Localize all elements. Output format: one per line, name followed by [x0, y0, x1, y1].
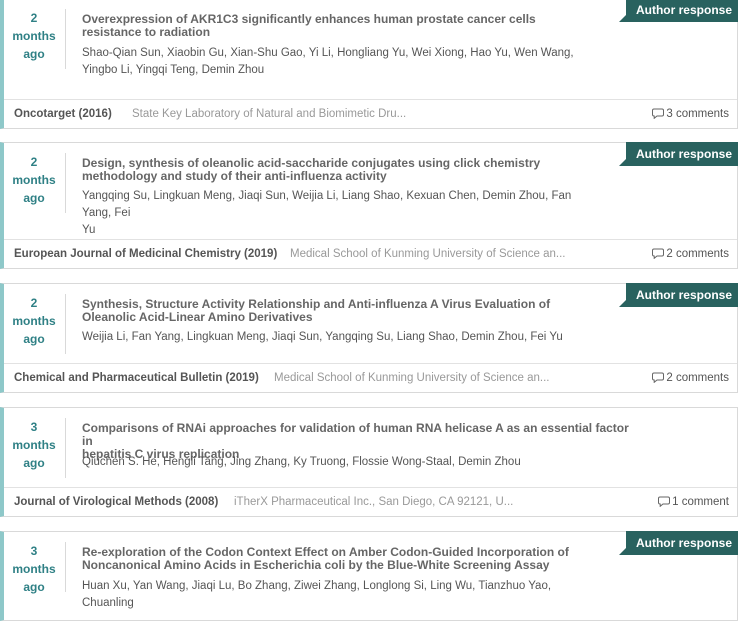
post-date: 2 months ago: [6, 153, 62, 207]
journal-name[interactable]: Journal of Virological Methods (2008): [14, 488, 218, 516]
comments-link[interactable]: 3 comments: [652, 100, 729, 128]
post-date-suffix: ago: [23, 47, 45, 61]
journal-name[interactable]: European Journal of Medicinal Chemistry …: [14, 240, 277, 268]
author-response-label[interactable]: Author response: [636, 3, 732, 17]
article-title-line[interactable]: resistance to radiation: [82, 26, 632, 39]
article-authors: Weijia Li, Fan Yang, Lingkuan Meng, Jiaq…: [82, 329, 602, 346]
post-date-suffix: ago: [23, 456, 45, 470]
post-date-unit: months: [12, 29, 56, 43]
article-title-link[interactable]: Design, synthesis of oleanolic acid-sacc…: [82, 157, 632, 183]
article-footer: Chemical and Pharmaceutical Bulletin (20…: [4, 363, 737, 392]
post-date: 2 months ago: [6, 9, 62, 63]
badge-corner: [618, 300, 626, 307]
author-response-badge[interactable]: Author response: [618, 531, 738, 555]
post-date-unit: months: [12, 314, 56, 328]
date-divider: [65, 153, 66, 213]
author-response-label[interactable]: Author response: [636, 288, 732, 302]
comments-link[interactable]: 2 comments: [652, 364, 729, 392]
speech-bubble-icon: [652, 108, 666, 120]
author-response-label[interactable]: Author response: [636, 147, 732, 161]
article-authors: Qiuchen S. He, Hengli Tang, Jing Zhang, …: [82, 454, 602, 471]
comments-count[interactable]: 2 comments: [666, 248, 729, 260]
article-title-link[interactable]: Overexpression of AKR1C3 significantly e…: [82, 13, 632, 39]
speech-bubble-icon: [652, 372, 666, 384]
author-response-badge[interactable]: Author response: [618, 283, 738, 307]
post-date-num: 2: [30, 11, 38, 25]
article-title-link[interactable]: Synthesis, Structure Activity Relationsh…: [82, 298, 632, 324]
affiliation: Medical School of Kunming University of …: [290, 248, 566, 260]
comments-count[interactable]: 3 comments: [666, 108, 729, 120]
comments-link[interactable]: 2 comments: [652, 240, 729, 268]
article-title-line[interactable]: Oleanolic Acid-Linear Amino Derivatives: [82, 311, 632, 324]
speech-bubble-icon: [658, 496, 672, 508]
author-line: Huan Xu, Yan Wang, Jiaqi Lu, Bo Zhang, Z…: [82, 580, 552, 609]
post-date-suffix: ago: [23, 580, 45, 594]
post-date-num: 2: [30, 155, 38, 169]
article-footer: Journal of Virological Methods (2008) iTh…: [4, 487, 737, 516]
article-title-line[interactable]: methodology and study of their anti-infl…: [82, 170, 632, 183]
post-date-suffix: ago: [23, 191, 45, 205]
article-list: 2 months ago Overexpression of AKR1C3 signi…: [0, 0, 741, 621]
article-footer: European Journal of Medicinal Chemistry …: [4, 239, 737, 268]
article-card: 2 months ago Design, synthesis of oleanolic…: [0, 142, 738, 269]
author-response-badge[interactable]: Author response: [618, 0, 738, 22]
post-date-num: 2: [30, 296, 38, 310]
post-date: 3 months ago: [6, 418, 62, 472]
article-authors: Huan Xu, Yan Wang, Jiaqi Lu, Bo Zhang, Z…: [82, 578, 602, 612]
article-authors: Yangqing Su, Lingkuan Meng, Jiaqi Sun, W…: [82, 188, 602, 239]
author-line: Yingbo Li, Yingqi Teng, Demin Zhou: [82, 64, 265, 76]
affiliation: iTherX Pharmaceutical Inc., San Diego, C…: [234, 496, 514, 508]
article-title-link[interactable]: Re-exploration of the Codon Context Effe…: [82, 546, 632, 572]
article-footer: Oncotarget (2016) State Key Laboratory of…: [4, 99, 737, 128]
article-card: 3 months ago Re-exploration of the Codon Co…: [0, 531, 738, 621]
post-date: 3 months ago: [6, 542, 62, 596]
date-divider: [65, 294, 66, 354]
article-card: 2 months ago Overexpression of AKR1C3 signi…: [0, 0, 738, 129]
author-line: Weijia Li, Fan Yang, Lingkuan Meng, Jiaq…: [82, 331, 563, 343]
date-divider: [65, 542, 66, 592]
post-date-unit: months: [12, 173, 56, 187]
post-date: 2 months ago: [6, 294, 62, 348]
badge-corner: [618, 15, 626, 22]
date-divider: [65, 418, 66, 478]
post-date-suffix: ago: [23, 332, 45, 346]
post-date-num: 3: [30, 544, 38, 558]
author-line: Shao-Qian Sun, Xiaobin Gu, Xian-Shu Gao,…: [82, 47, 574, 59]
post-date-unit: months: [12, 438, 56, 452]
comments-link[interactable]: 1 comment: [658, 488, 729, 516]
affiliation: Medical School of Kunming University of …: [274, 372, 550, 384]
comments-count[interactable]: 1 comment: [672, 496, 729, 508]
author-line: Qiuchen S. He, Hengli Tang, Jing Zhang, …: [82, 456, 521, 468]
article-title-line[interactable]: Comparisons of RNAi approaches for valid…: [82, 422, 632, 448]
article-card: 2 months ago Synthesis, Structure Activity …: [0, 283, 738, 393]
article-title-line[interactable]: Noncanonical Amino Acids in Escherichia …: [82, 559, 632, 572]
journal-name[interactable]: Oncotarget (2016): [14, 100, 112, 128]
article-authors: Shao-Qian Sun, Xiaobin Gu, Xian-Shu Gao,…: [82, 45, 602, 79]
badge-corner: [618, 159, 626, 166]
author-line: Yu: [82, 224, 96, 236]
affiliation: State Key Laboratory of Natural and Biom…: [132, 108, 407, 120]
date-divider: [65, 9, 66, 69]
post-date-unit: months: [12, 562, 56, 576]
badge-corner: [618, 548, 626, 555]
author-response-label[interactable]: Author response: [636, 536, 732, 550]
journal-name[interactable]: Chemical and Pharmaceutical Bulletin (20…: [14, 364, 259, 392]
comments-count[interactable]: 2 comments: [666, 372, 729, 384]
article-card: 3 months ago Comparisons of RNAi approaches…: [0, 407, 738, 517]
speech-bubble-icon: [652, 248, 666, 260]
post-date-num: 3: [30, 420, 38, 434]
author-response-badge[interactable]: Author response: [618, 142, 738, 166]
author-line: Yangqing Su, Lingkuan Meng, Jiaqi Sun, W…: [82, 190, 572, 219]
